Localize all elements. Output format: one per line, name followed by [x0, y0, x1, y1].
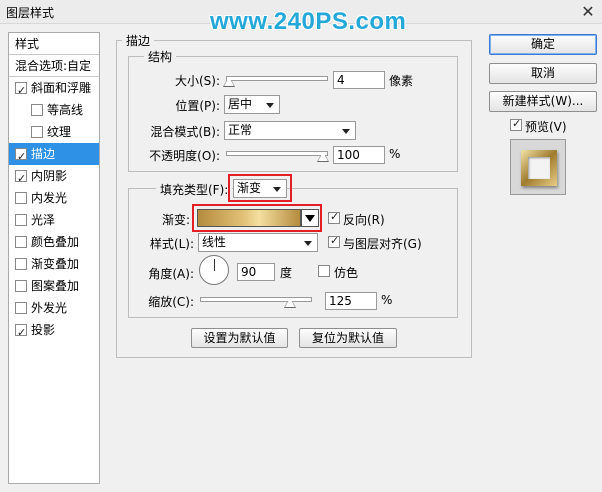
sidebar-item-blend-options[interactable]: 混合选项:自定 [9, 55, 99, 77]
style-preview-thumbnail [510, 139, 566, 195]
angle-label: 角度(A): [148, 267, 194, 281]
ok-button[interactable]: 确定 [489, 34, 597, 55]
size-slider[interactable] [226, 76, 328, 81]
sidebar-item-contour[interactable]: 等高线 [9, 99, 99, 121]
contour-checkbox[interactable] [31, 104, 43, 116]
style-value: 线性 [202, 235, 227, 249]
sidebar-item-satin[interactable]: 光泽 [9, 209, 99, 231]
sidebar-item-color-overlay[interactable]: 颜色叠加 [9, 231, 99, 253]
scale-slider[interactable] [200, 297, 312, 302]
gradient-swatch[interactable] [197, 209, 301, 227]
opacity-unit: % [389, 147, 401, 161]
scale-input[interactable]: 125 [325, 292, 377, 310]
satin-checkbox[interactable] [15, 214, 27, 226]
preview-checkbox[interactable] [510, 117, 522, 131]
stroke-checkbox[interactable] [15, 146, 27, 168]
reset-default-button[interactable]: 复位为默认值 [299, 328, 397, 348]
angle-input[interactable]: 90 [237, 263, 275, 281]
inner-shadow-checkbox[interactable] [15, 168, 27, 190]
sidebar-item-pattern-overlay[interactable]: 图案叠加 [9, 275, 99, 297]
position-select[interactable]: 居中 [224, 95, 280, 114]
chevron-down-icon [342, 129, 350, 134]
sidebar-item-label: 斜面和浮雕 [31, 81, 92, 95]
set-default-button[interactable]: 设置为默认值 [191, 328, 288, 348]
sidebar-item-label: 投影 [31, 323, 56, 337]
position-value: 居中 [228, 97, 253, 111]
cancel-button[interactable]: 取消 [489, 63, 597, 84]
blend-mode-select[interactable]: 正常 [224, 121, 356, 140]
watermark: www.240PS.com [210, 8, 407, 35]
sidebar-item-label: 等高线 [47, 103, 84, 117]
opacity-slider[interactable] [226, 151, 328, 156]
window-title: 图层样式 [6, 6, 55, 20]
sidebar-item-label: 纹理 [47, 125, 72, 139]
reverse-label: 反向(R) [343, 213, 385, 227]
texture-checkbox[interactable] [31, 126, 43, 138]
sidebar-item-label: 渐变叠加 [31, 257, 80, 271]
sidebar-item-label: 颜色叠加 [31, 235, 80, 249]
sidebar-item-gradient-overlay[interactable]: 渐变叠加 [9, 253, 99, 275]
size-slider-thumb[interactable] [223, 76, 235, 87]
sidebar-item-stroke[interactable]: 描边 [9, 143, 99, 168]
dither-checkbox[interactable] [318, 265, 330, 277]
drop-shadow-checkbox[interactable] [15, 322, 27, 344]
preview-label: 预览(V) [525, 120, 567, 134]
fill-type-select[interactable]: 渐变 [233, 179, 287, 198]
scale-slider-thumb[interactable] [284, 297, 296, 308]
style-select[interactable]: 线性 [198, 233, 318, 252]
blend-mode-label: 混合模式(B): [150, 125, 220, 139]
scale-label: 缩放(C): [148, 295, 194, 309]
size-unit: 像素 [389, 74, 414, 88]
sidebar-item-inner-shadow[interactable]: 内阴影 [9, 165, 99, 190]
chevron-down-icon [273, 187, 281, 192]
opacity-input[interactable]: 100 [333, 146, 385, 164]
gradient-label: 渐变: [161, 213, 190, 227]
angle-dial[interactable] [199, 255, 229, 285]
opacity-label: 不透明度(O): [149, 149, 220, 163]
sidebar-item-label: 光泽 [31, 213, 56, 227]
gradient-dropdown[interactable] [301, 209, 319, 227]
size-input[interactable]: 4 [333, 71, 385, 89]
sidebar-item-label: 描边 [31, 147, 56, 161]
align-with-layer-label: 与图层对齐(G) [343, 237, 422, 251]
bevel-checkbox[interactable] [15, 80, 27, 102]
fill-type-label: 填充类型(F): [156, 181, 233, 198]
sidebar-item-label: 内阴影 [31, 169, 68, 183]
size-label: 大小(S): [174, 74, 220, 88]
sidebar-item-label: 内发光 [31, 191, 68, 205]
stroke-group-title: 描边 [122, 32, 155, 49]
sidebar-item-label: 图案叠加 [31, 279, 80, 293]
sidebar-item-bevel[interactable]: 斜面和浮雕 [9, 77, 99, 102]
inner-glow-checkbox[interactable] [15, 192, 27, 204]
sidebar-item-drop-shadow[interactable]: 投影 [9, 319, 99, 344]
pattern-overlay-checkbox[interactable] [15, 280, 27, 292]
sidebar-item-inner-glow[interactable]: 内发光 [9, 187, 99, 209]
reverse-checkbox[interactable] [328, 210, 340, 224]
sidebar-item-texture[interactable]: 纹理 [9, 121, 99, 143]
position-label: 位置(P): [175, 99, 220, 113]
chevron-down-icon [266, 103, 274, 108]
preview-frame-image [521, 150, 557, 186]
align-with-layer-checkbox[interactable] [328, 234, 340, 248]
new-style-button[interactable]: 新建样式(W)... [489, 91, 597, 112]
scale-unit: % [381, 293, 393, 307]
gradient-overlay-checkbox[interactable] [15, 258, 27, 270]
structure-group-title: 结构 [144, 48, 177, 65]
style-label: 样式(L): [149, 237, 194, 251]
opacity-slider-thumb[interactable] [317, 151, 329, 162]
outer-glow-checkbox[interactable] [15, 302, 27, 314]
sidebar-item-outer-glow[interactable]: 外发光 [9, 297, 99, 319]
dither-label: 仿色 [334, 266, 359, 280]
fill-type-value: 渐变 [237, 181, 262, 195]
angle-unit: 度 [280, 266, 293, 280]
close-icon[interactable]: ✕ [574, 0, 602, 22]
styles-sidebar: 样式 混合选项:自定 斜面和浮雕 等高线 纹理 描边 内阴影 内发光 光泽 颜色… [8, 32, 100, 484]
blend-mode-value: 正常 [228, 123, 253, 137]
chevron-down-icon [304, 241, 312, 246]
color-overlay-checkbox[interactable] [15, 236, 27, 248]
sidebar-item-label: 外发光 [31, 301, 68, 315]
sidebar-header[interactable]: 样式 [9, 33, 99, 55]
